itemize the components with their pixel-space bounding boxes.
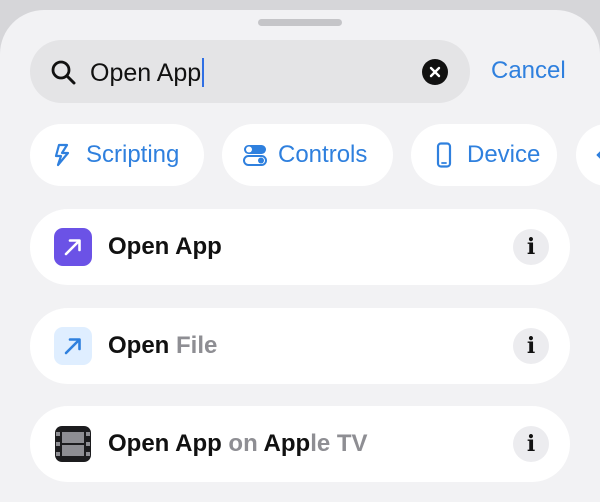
film-strip-icon	[55, 426, 91, 462]
close-icon	[429, 66, 441, 78]
title-match: Open	[108, 332, 170, 359]
apple-tv-icon	[54, 425, 92, 463]
chip-label: Controls	[278, 141, 368, 168]
sheet-grabber[interactable]	[258, 19, 342, 26]
title-rest: le TV	[310, 430, 368, 457]
category-chip-controls[interactable]: Controls	[222, 124, 393, 186]
arrow-up-right-icon	[64, 239, 81, 256]
category-chip-device[interactable]: Device	[411, 124, 557, 186]
clear-search-button[interactable]	[422, 59, 448, 85]
arrow-icon	[596, 151, 600, 159]
title-mid: on	[221, 430, 264, 457]
info-button[interactable]: i	[513, 328, 549, 364]
info-icon: i	[526, 234, 536, 260]
search-input[interactable]: Open App	[90, 58, 205, 87]
toggles-icon	[243, 145, 267, 166]
result-row-open-app-on-apple-tv[interactable]: Open App on Apple TV i	[30, 406, 570, 482]
cancel-button[interactable]: Cancel	[491, 57, 566, 85]
result-row-open-app[interactable]: Open App i	[30, 209, 570, 285]
info-button[interactable]: i	[513, 426, 549, 462]
info-icon: i	[526, 333, 536, 359]
search-sheet: Open App Cancel Scripting Controls Devic…	[0, 10, 600, 502]
scripting-icon	[54, 143, 70, 167]
phone-icon	[436, 142, 452, 168]
open-app-icon	[54, 228, 92, 266]
category-chip-scripting[interactable]: Scripting	[30, 124, 204, 186]
search-field[interactable]: Open App	[30, 40, 470, 103]
arrow-up-right-icon	[64, 338, 81, 355]
title-match-2: App	[263, 430, 311, 457]
title-rest: File	[169, 332, 218, 359]
info-button[interactable]: i	[513, 229, 549, 265]
text-caret	[202, 58, 205, 87]
result-title: Open App	[108, 233, 222, 261]
open-file-icon	[54, 327, 92, 365]
result-title: Open App on Apple TV	[108, 430, 368, 458]
search-icon	[51, 60, 76, 85]
title-match: Open App	[108, 430, 222, 457]
chip-label: Device	[467, 141, 541, 168]
info-icon: i	[526, 431, 536, 457]
result-row-open-file[interactable]: Open File i	[30, 308, 570, 384]
search-query: Open App	[90, 58, 202, 87]
result-title: Open File	[108, 332, 217, 360]
title-match: Open App	[108, 233, 222, 260]
chip-label: Scripting	[86, 141, 180, 168]
category-chip-more[interactable]	[576, 124, 600, 186]
